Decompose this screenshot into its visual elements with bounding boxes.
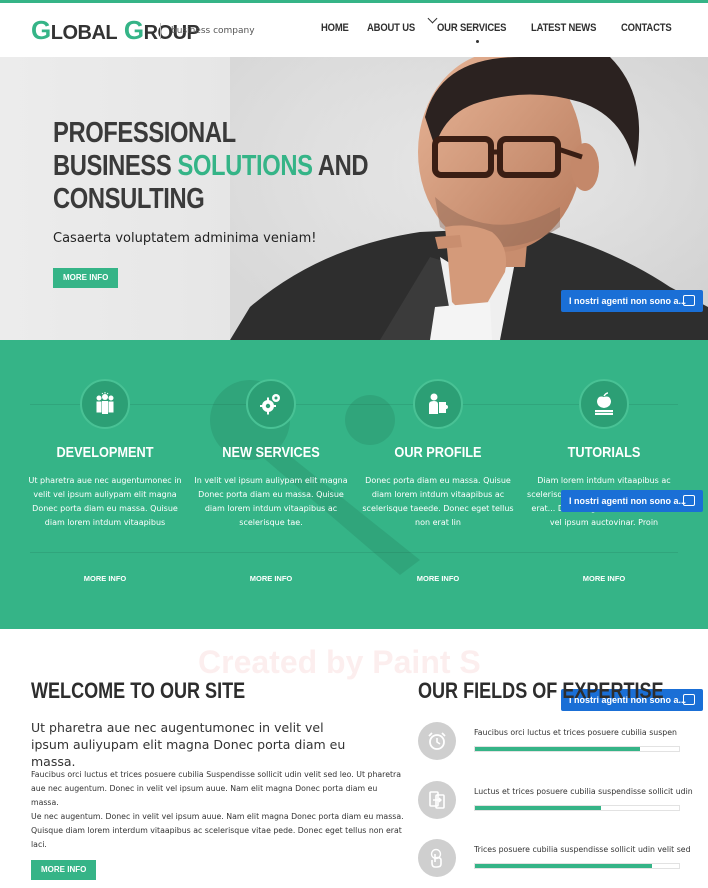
team-icon [80, 379, 130, 429]
expertise-item: Trices posuere cubilia suspendisse solli… [418, 839, 691, 881]
chat-widget[interactable]: I nostri agenti non sono a... [561, 290, 703, 312]
progress-bar [474, 805, 680, 811]
gears-icon [246, 379, 296, 429]
service-more-info-link[interactable]: MORE INFO [188, 574, 354, 583]
services-section: DEVELOPMENT Ut pharetra aue nec augentum… [0, 340, 708, 629]
hero-title: PROFESSIONAL BUSINESS SOLUTIONS AND CONS… [53, 117, 369, 216]
service-title: OUR PROFILE [394, 444, 482, 461]
hero-subtitle: Casaerta voluptatem adminima veniam! [53, 231, 317, 246]
touch-hand-icon [418, 839, 456, 877]
progress-fill [475, 806, 602, 810]
alarm-clock-icon [418, 722, 456, 760]
service-card-tutorials: TUTORIALS Diam lorem intdum vitaapibus a… [521, 340, 687, 629]
service-text: In velit vel ipsum auliypam elit magna D… [194, 476, 348, 527]
nav-about-us[interactable]: ABOUT US [367, 22, 415, 34]
expertise-label: Trices posuere cubilia suspendisse solli… [474, 845, 691, 854]
logo-letter-g2: G [123, 15, 144, 45]
service-card-development: DEVELOPMENT Ut pharetra aue nec augentum… [22, 340, 188, 629]
expertise-item: Faucibus orci luctus et trices posuere c… [418, 722, 688, 764]
chat-bubble-icon [683, 295, 695, 306]
watermark-text: Created by Paint S [198, 644, 481, 680]
progress-bar [474, 863, 680, 869]
chat-bubble-icon [683, 495, 695, 506]
chat-widget[interactable]: I nostri agenti non sono a... [561, 490, 703, 512]
service-card-new-services: NEW SERVICES In velit vel ipsum auliypam… [188, 340, 354, 629]
service-text: Donec porta diam eu massa. Quisue diam l… [362, 476, 514, 527]
chat-widget-label: I nostri agenti non sono a... [569, 296, 687, 306]
progress-fill [475, 747, 641, 751]
service-more-info-link[interactable]: MORE INFO [521, 574, 687, 583]
expertise-label: Luctus et trices posuere cubilia suspend… [474, 787, 693, 796]
nav-active-dot [476, 40, 479, 43]
nav-home[interactable]: HOME [321, 22, 349, 34]
welcome-paragraph-2: Ue nec augentum. Donec in velit vel ipsu… [31, 812, 404, 849]
service-more-info-link[interactable]: MORE INFO [355, 574, 521, 583]
welcome-lead: Ut pharetra aue nec augentumonec in veli… [31, 720, 346, 769]
expertise-label: Faucibus orci luctus et trices posuere c… [474, 728, 677, 737]
service-title: TUTORIALS [567, 444, 641, 461]
service-more-info-link[interactable]: MORE INFO [22, 574, 188, 583]
progress-fill [475, 864, 653, 868]
hero-title-line-2: BUSINESS SOLUTIONS AND [53, 150, 369, 183]
hero-title-line-3: CONSULTING [53, 183, 205, 215]
progress-bar [474, 746, 680, 752]
service-title: DEVELOPMENT [56, 444, 154, 461]
nav-contacts[interactable]: CONTACTS [621, 22, 672, 34]
fields-title: OUR FIELDS OF EXPERTISE [418, 678, 664, 703]
chat-widget-label: I nostri agenti non sono a... [569, 496, 687, 506]
service-title: NEW SERVICES [222, 444, 320, 461]
service-text: Ut pharetra aue nec augentumonec in veli… [28, 476, 182, 527]
welcome-paragraph-1: Faucibus orci luctus et trices posuere c… [31, 770, 402, 807]
chat-bubble-icon [683, 694, 695, 705]
profile-puzzle-icon [413, 379, 463, 429]
logo-letter-g1: G [31, 15, 51, 45]
welcome-more-info-button[interactable]: MORE INFO [31, 860, 97, 880]
main-nav: HOME ABOUT US OUR SERVICES LATEST NEWS C… [321, 22, 680, 34]
tagline: business company [160, 23, 255, 39]
service-card-our-profile: OUR PROFILE Donec porta diam eu massa. Q… [355, 340, 521, 629]
nav-our-services[interactable]: OUR SERVICES [437, 22, 506, 34]
apple-book-icon [579, 379, 629, 429]
expertise-item: Luctus et trices posuere cubilia suspend… [418, 781, 693, 823]
transfer-icon [418, 781, 456, 819]
hero-title-line-1: PROFESSIONAL [53, 117, 236, 149]
nav-latest-news[interactable]: LATEST NEWS [531, 22, 596, 34]
welcome-title: WELCOME TO OUR SITE [31, 678, 246, 703]
hero-title-solutions: SOLUTIONS [177, 150, 313, 182]
hero-more-info-button[interactable]: MORE INFO [53, 268, 119, 288]
hero-title-business: BUSINESS [53, 150, 178, 182]
logo-word-1: LOBAL [50, 22, 118, 44]
hero-title-and: AND [312, 150, 369, 182]
